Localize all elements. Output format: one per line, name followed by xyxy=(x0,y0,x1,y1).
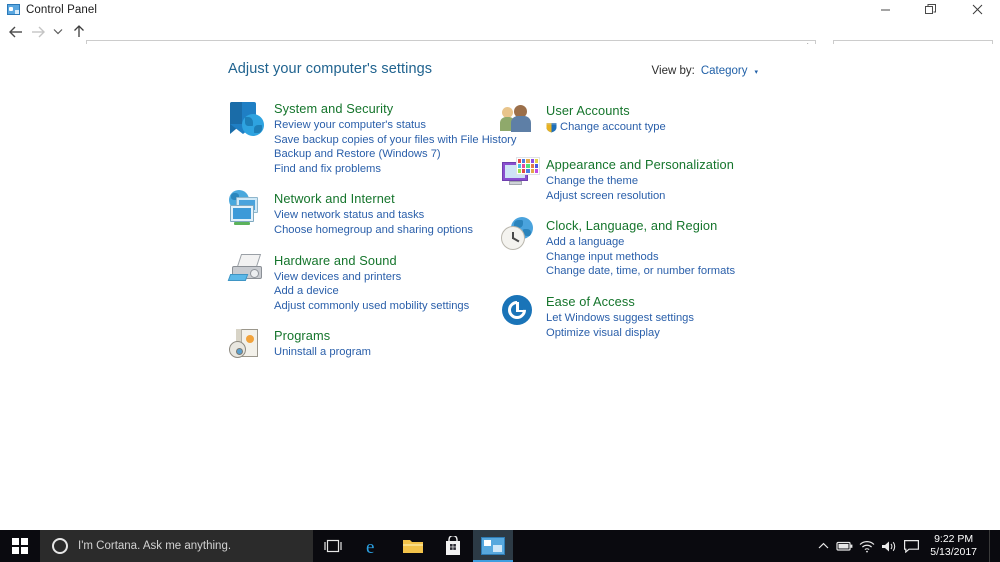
window-controls xyxy=(862,0,1000,19)
action-center-icon[interactable] xyxy=(900,530,922,562)
printer-icon[interactable] xyxy=(227,252,274,292)
program-box-icon[interactable] xyxy=(228,327,274,367)
category-link[interactable]: Add a language xyxy=(546,235,735,250)
category-title[interactable]: Appearance and Personalization xyxy=(546,157,734,172)
category-title[interactable]: Network and Internet xyxy=(274,191,473,206)
category-ease-of-access: Ease of Access Let Windows suggest setti… xyxy=(500,293,780,340)
category-body: Appearance and Personalization Change th… xyxy=(546,156,734,203)
category-body: User Accounts Change account type xyxy=(546,102,666,142)
category-network-and-internet: Network and Internet View network status… xyxy=(228,190,488,237)
taskbar: I'm Cortana. Ask me anything. e 9:22 PM … xyxy=(0,530,1000,562)
page-title: Adjust your computer's settings xyxy=(228,61,433,77)
category-user-accounts: User Accounts Change account type xyxy=(500,102,780,142)
wifi-icon[interactable] xyxy=(856,530,878,562)
network-monitors-icon[interactable] xyxy=(228,190,274,230)
category-link[interactable]: Find and fix problems xyxy=(274,162,517,177)
view-by-label: View by: xyxy=(651,65,695,77)
task-view-button[interactable] xyxy=(313,530,353,562)
category-link[interactable]: Adjust commonly used mobility settings xyxy=(274,299,469,314)
category-title[interactable]: Hardware and Sound xyxy=(274,253,469,268)
cortana-search-box[interactable]: I'm Cortana. Ask me anything. xyxy=(40,530,313,562)
forward-icon[interactable] xyxy=(27,21,49,43)
category-title[interactable]: Ease of Access xyxy=(546,294,694,309)
appearance-monitor-icon[interactable] xyxy=(500,156,546,196)
category-link[interactable]: View devices and printers xyxy=(274,270,469,285)
view-by-chevron-down-icon[interactable]: ▾ xyxy=(754,68,758,76)
category-programs: Programs Uninstall a program xyxy=(228,327,488,367)
category-link[interactable]: Backup and Restore (Windows 7) xyxy=(274,147,517,162)
show-hidden-icons-chevron-up-icon[interactable] xyxy=(812,530,834,562)
close-button[interactable] xyxy=(954,0,1000,19)
control-panel-icon xyxy=(7,4,20,15)
category-body: System and Security Review your computer… xyxy=(274,100,517,176)
view-by-control: View by: Category ▾ xyxy=(652,65,758,77)
system-tray: 9:22 PM 5/13/2017 xyxy=(812,530,1000,562)
category-body: Clock, Language, and Region Add a langua… xyxy=(546,217,735,279)
category-title[interactable]: Programs xyxy=(274,328,371,343)
clock[interactable]: 9:22 PM 5/13/2017 xyxy=(924,533,985,559)
category-link[interactable]: Adjust screen resolution xyxy=(546,189,734,204)
category-link-change-account-type[interactable]: Change account type xyxy=(546,120,666,135)
category-body: Network and Internet View network status… xyxy=(274,190,473,237)
control-panel-window: Control Panel Adjust your computer's set… xyxy=(0,0,1000,562)
volume-icon[interactable] xyxy=(878,530,900,562)
category-link[interactable]: Change input methods xyxy=(546,250,735,265)
content-area: Adjust your computer's settings View by:… xyxy=(0,44,1000,530)
category-link[interactable]: Choose homegroup and sharing options xyxy=(274,223,473,238)
cortana-placeholder: I'm Cortana. Ask me anything. xyxy=(78,540,232,552)
clock-globe-icon[interactable] xyxy=(500,217,546,257)
view-by-value[interactable]: Category xyxy=(701,65,748,77)
store-button[interactable] xyxy=(433,530,473,562)
category-link-label: Change account type xyxy=(560,121,666,133)
clock-time: 9:22 PM xyxy=(934,533,974,545)
category-hardware-and-sound: Hardware and Sound View devices and prin… xyxy=(227,252,488,314)
category-link[interactable]: Optimize visual display xyxy=(546,326,694,341)
file-explorer-button[interactable] xyxy=(393,530,433,562)
uac-shield-icon xyxy=(546,122,557,133)
category-appearance-and-personalization: Appearance and Personalization Change th… xyxy=(500,156,780,203)
ease-of-access-icon[interactable] xyxy=(500,293,546,333)
battery-icon[interactable] xyxy=(834,530,856,562)
navigation-bar: ❯ Control Panel ❯ Search Control Panel xyxy=(0,19,1000,61)
edge-button[interactable]: e xyxy=(353,530,393,562)
category-system-and-security: System and Security Review your computer… xyxy=(228,100,517,176)
category-title[interactable]: System and Security xyxy=(274,101,517,116)
control-panel-taskbar-button[interactable] xyxy=(473,530,513,562)
taskbar-buttons: e xyxy=(313,530,513,562)
back-icon[interactable] xyxy=(5,21,27,43)
category-link[interactable]: Review your computer's status xyxy=(274,118,517,133)
category-body: Programs Uninstall a program xyxy=(274,327,371,367)
clock-date: 5/13/2017 xyxy=(930,546,977,558)
category-column-left: System and Security Review your computer… xyxy=(227,100,517,381)
svg-text:e: e xyxy=(366,537,374,557)
user-accounts-icon[interactable] xyxy=(500,102,546,142)
restore-button[interactable] xyxy=(908,0,954,19)
window-title: Control Panel xyxy=(26,3,97,16)
title-bar: Control Panel xyxy=(0,0,1000,19)
category-link[interactable]: Save backup copies of your files with Fi… xyxy=(274,133,517,148)
category-link[interactable]: Uninstall a program xyxy=(274,345,371,360)
category-clock-language-and-region: Clock, Language, and Region Add a langua… xyxy=(500,217,780,279)
category-link[interactable]: Change date, time, or number formats xyxy=(546,264,735,279)
minimize-button[interactable] xyxy=(862,0,908,19)
shield-globe-icon[interactable] xyxy=(228,100,274,140)
windows-logo-icon xyxy=(12,538,28,554)
start-button[interactable] xyxy=(0,530,40,562)
category-link[interactable]: Change the theme xyxy=(546,174,734,189)
category-title[interactable]: User Accounts xyxy=(546,103,666,118)
category-link[interactable]: Let Windows suggest settings xyxy=(546,311,694,326)
category-body: Ease of Access Let Windows suggest setti… xyxy=(546,293,694,340)
show-desktop-button[interactable] xyxy=(989,530,994,562)
recent-locations-chevron-down-icon[interactable] xyxy=(49,21,66,43)
cortana-circle-icon xyxy=(52,538,68,554)
category-link[interactable]: View network status and tasks xyxy=(274,208,473,223)
category-column-right: User Accounts Change account type Appear… xyxy=(500,102,780,354)
category-link[interactable]: Add a device xyxy=(274,284,469,299)
category-title[interactable]: Clock, Language, and Region xyxy=(546,218,735,233)
category-body: Hardware and Sound View devices and prin… xyxy=(274,252,469,314)
